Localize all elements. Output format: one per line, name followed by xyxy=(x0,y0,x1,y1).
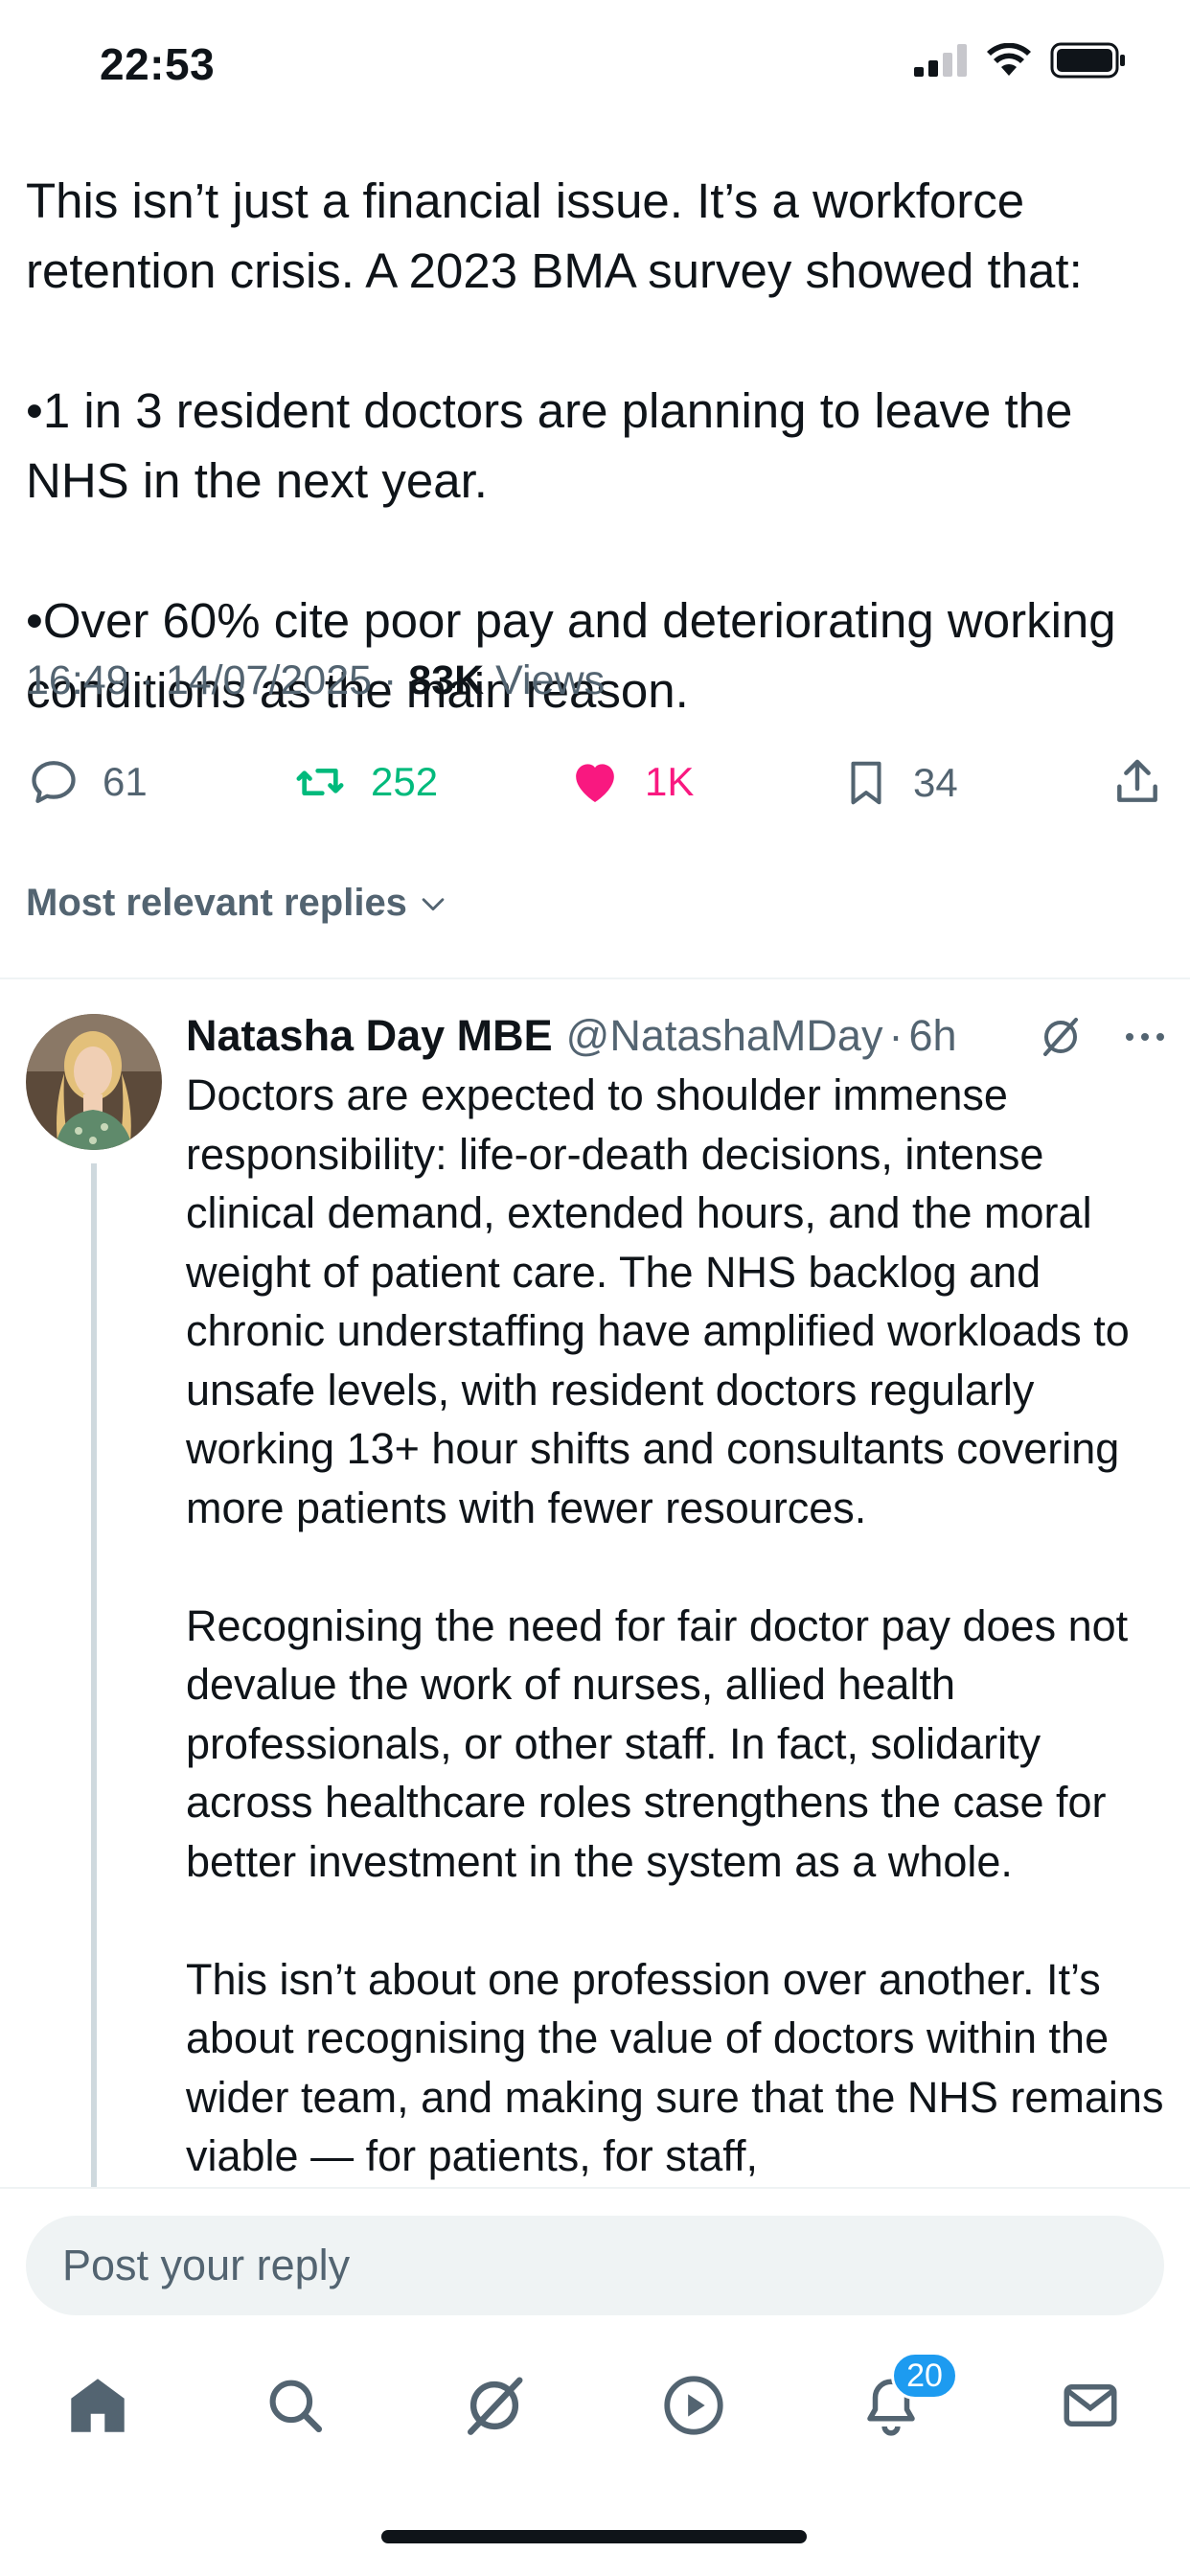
avatar-image xyxy=(26,1014,162,1150)
tweet-paragraph: This isn’t just a financial issue. It’s … xyxy=(26,173,1083,298)
tweet-date[interactable]: 14/07/2025 xyxy=(166,657,372,703)
reply-paragraph: This isn’t about one profession over ano… xyxy=(186,1954,1164,2181)
tweet-paragraph: •Over 60% cite poor pay and deterioratin… xyxy=(26,593,1116,718)
bookmark-icon xyxy=(851,761,881,805)
messages-icon xyxy=(1064,2384,1117,2426)
views-label: Views xyxy=(495,657,606,703)
heart-filled-icon xyxy=(576,764,614,802)
home-indicator xyxy=(381,2530,807,2543)
search-icon xyxy=(269,2380,323,2433)
tweet-paragraph: •1 in 3 resident doctors are planning to… xyxy=(26,383,1073,508)
reply-text: Doctors are expected to shoulder immense… xyxy=(186,1066,1173,2244)
notifications-badge: 20 xyxy=(891,2352,958,2400)
tweet-meta: 16:49 · 14/07/2025 · 83K Views xyxy=(26,657,605,704)
tab-messages[interactable] xyxy=(1052,2367,1129,2444)
like-count: 1K xyxy=(645,759,695,804)
tab-notifications[interactable]: 20 xyxy=(853,2352,958,2444)
reply-paragraph: Doctors are expected to shoulder immense… xyxy=(186,1070,1130,1532)
reply-icon xyxy=(32,761,76,803)
repost-button[interactable]: 252 xyxy=(290,755,438,809)
reply-paragraph: Recognising the need for fair doctor pay… xyxy=(186,1600,1129,1886)
replies-sort-dropdown[interactable]: Most relevant replies xyxy=(26,882,449,925)
chevron-down-icon xyxy=(422,897,445,910)
grok-icon xyxy=(468,2377,523,2435)
tab-home[interactable] xyxy=(59,2367,136,2444)
separator-dot: · xyxy=(140,657,166,703)
reply-input[interactable]: Post your reply xyxy=(26,2216,1164,2315)
like-button[interactable]: 1K xyxy=(566,755,694,809)
home-icon xyxy=(71,2379,125,2432)
repost-count: 252 xyxy=(371,759,439,804)
separator-dot: · xyxy=(888,1011,904,1060)
reply-author-name[interactable]: Natasha Day MBE xyxy=(186,1011,553,1061)
reply-header-actions xyxy=(1038,1014,1168,1060)
share-icon xyxy=(1117,759,1157,802)
tab-grok[interactable] xyxy=(456,2367,533,2444)
repost-icon xyxy=(296,769,344,795)
avatar[interactable] xyxy=(26,1014,162,1150)
views-count: 83K xyxy=(408,657,485,703)
bookmark-count: 34 xyxy=(913,760,958,805)
replies-sort-label: Most relevant replies xyxy=(26,882,407,924)
wifi-icon xyxy=(987,43,1031,76)
thread-line xyxy=(91,1163,97,2189)
reply-composer: Post your reply xyxy=(0,2187,1190,2331)
status-time: 22:53 xyxy=(100,39,216,89)
bookmark-button[interactable]: 34 xyxy=(840,755,958,811)
more-options-icon[interactable] xyxy=(1122,1027,1168,1046)
bottom-tab-bar: 20 xyxy=(0,2331,1190,2484)
reply-header: Natasha Day MBE @NatashaMDay · 6h xyxy=(186,1004,1168,1068)
battery-icon xyxy=(1050,42,1125,79)
tab-video[interactable] xyxy=(655,2367,732,2444)
separator-dot: · xyxy=(383,657,409,703)
divider xyxy=(0,978,1190,979)
video-icon xyxy=(664,2376,723,2435)
tweet-actions: 61 252 1K 34 xyxy=(26,755,1164,822)
share-button[interactable] xyxy=(1110,755,1164,809)
reply-age: 6h xyxy=(908,1011,957,1060)
reply-author-handle[interactable]: @NatashaMDay xyxy=(566,1011,883,1061)
status-icons xyxy=(914,42,1127,79)
reply-button[interactable]: 61 xyxy=(26,755,148,809)
tab-search[interactable] xyxy=(257,2367,333,2444)
tweet-time[interactable]: 16:49 xyxy=(26,657,129,703)
reply-count: 61 xyxy=(103,759,148,804)
grok-icon[interactable] xyxy=(1038,1014,1084,1060)
cellular-signal-icon xyxy=(914,44,967,77)
